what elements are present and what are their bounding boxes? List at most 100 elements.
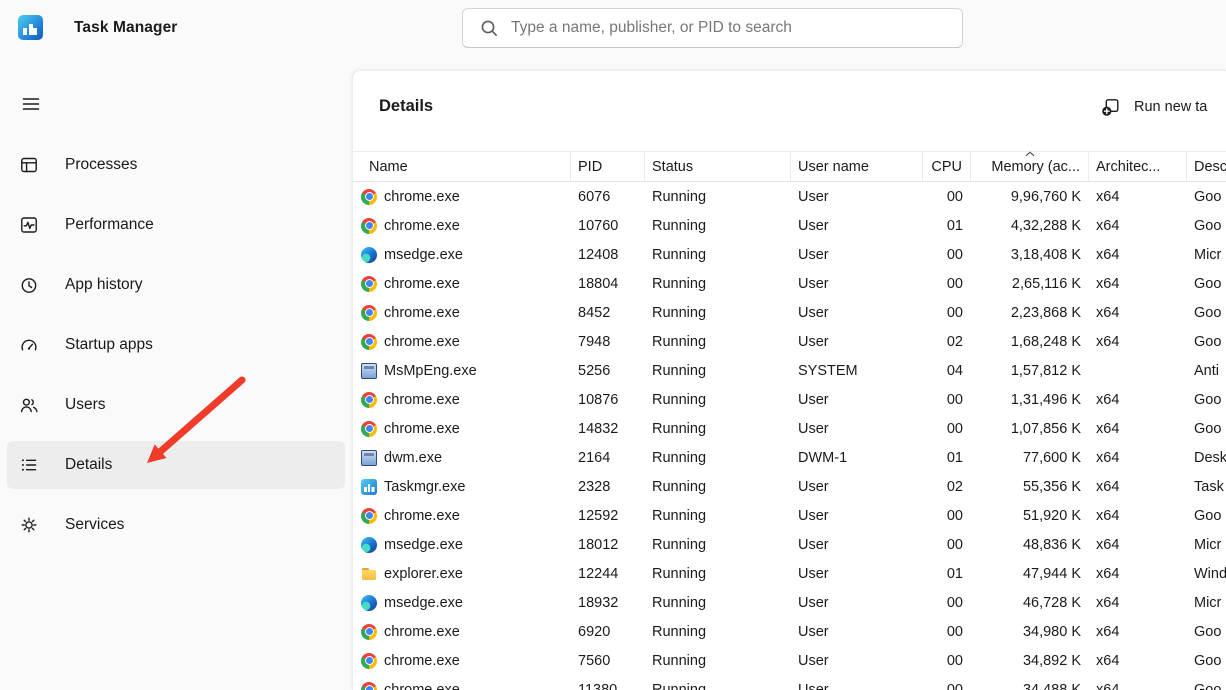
table-row[interactable]: MsMpEng.exe 5256 Running SYSTEM 04 1,57,… (361, 356, 1226, 385)
sidebar-item-startup-apps[interactable]: Startup apps (7, 321, 345, 369)
process-pid: 6076 (578, 188, 611, 205)
table-row[interactable]: chrome.exe 6076 Running User 00 9,96,760… (361, 182, 1226, 211)
process-memory: 2,65,116 K (1011, 275, 1081, 292)
search-box[interactable] (462, 8, 963, 48)
column-header-name[interactable]: Name (361, 152, 571, 181)
process-status: Running (652, 333, 707, 350)
table-row[interactable]: msedge.exe 18932 Running User 00 46,728 … (361, 588, 1226, 617)
table-row[interactable]: chrome.exe 7948 Running User 02 1,68,248… (361, 327, 1226, 356)
process-status: Running (652, 681, 707, 690)
hamburger-icon (22, 98, 40, 110)
run-new-task-button[interactable]: Run new ta (1101, 95, 1207, 119)
process-description: Micr (1194, 536, 1222, 553)
run-new-task-label: Run new ta (1134, 99, 1208, 115)
process-architecture: x64 (1096, 507, 1120, 524)
process-description: Goo (1194, 681, 1222, 690)
table-row[interactable]: chrome.exe 8452 Running User 00 2,23,868… (361, 298, 1226, 327)
sidebar-item-details[interactable]: Details (7, 441, 345, 489)
process-status: Running (652, 275, 707, 292)
column-header-description[interactable]: Desc (1187, 152, 1226, 181)
table-row[interactable]: msedge.exe 18012 Running User 00 48,836 … (361, 530, 1226, 559)
process-name: dwm.exe (384, 449, 443, 466)
sidebar-item-label: Performance (65, 216, 154, 233)
chrome-icon (361, 275, 377, 292)
column-header-pid[interactable]: PID (571, 152, 645, 181)
chrome-icon (361, 217, 377, 234)
app-history-icon (21, 278, 37, 293)
sidebar-item-users[interactable]: Users (7, 381, 345, 429)
table-row[interactable]: Taskmgr.exe 2328 Running User 02 55,356 … (361, 472, 1226, 501)
sidebar-item-label: Services (65, 516, 125, 533)
sidebar-nav: Processes Performance App history Startu… (0, 141, 352, 561)
process-pid: 18932 (578, 594, 619, 611)
process-architecture: x64 (1096, 681, 1120, 690)
table-row[interactable]: chrome.exe 10876 Running User 00 1,31,49… (361, 385, 1226, 414)
process-architecture: x64 (1096, 565, 1120, 582)
process-architecture: x64 (1096, 217, 1120, 234)
column-header-architecture[interactable]: Architec... (1089, 152, 1187, 181)
process-architecture: x64 (1096, 594, 1120, 611)
process-user-name: User (798, 420, 829, 437)
chrome-icon (361, 391, 377, 408)
process-cpu: 02 (946, 478, 963, 495)
details-panel: Details Run new ta Name PID Status User … (352, 70, 1226, 690)
process-memory: 34,892 K (1022, 652, 1081, 669)
process-status: Running (652, 188, 707, 205)
sidebar-item-processes[interactable]: Processes (7, 141, 345, 189)
search-input[interactable] (511, 19, 950, 37)
table-row[interactable]: chrome.exe 12592 Running User 00 51,920 … (361, 501, 1226, 530)
window-icon (361, 362, 377, 379)
process-name: msedge.exe (384, 246, 463, 263)
startup-apps-icon (21, 339, 37, 351)
column-header-user-name[interactable]: User name (791, 152, 923, 181)
process-name: chrome.exe (384, 188, 460, 205)
process-name: chrome.exe (384, 420, 460, 437)
chrome-icon (361, 304, 377, 321)
process-name: chrome.exe (384, 391, 460, 408)
process-status: Running (652, 304, 707, 321)
chrome-icon (361, 681, 377, 690)
process-user-name: DWM-1 (798, 449, 848, 466)
table-row[interactable]: chrome.exe 14832 Running User 00 1,07,85… (361, 414, 1226, 443)
window-icon (361, 449, 377, 466)
sidebar-item-performance[interactable]: Performance (7, 201, 345, 249)
chrome-icon (361, 420, 377, 437)
chrome-icon (361, 188, 377, 205)
process-pid: 5256 (578, 362, 611, 379)
sidebar-item-label: App history (65, 276, 143, 293)
process-name: chrome.exe (384, 304, 460, 321)
process-description: Anti (1194, 362, 1219, 379)
details-icon (21, 459, 37, 471)
table-row[interactable]: dwm.exe 2164 Running DWM-1 01 77,600 K x… (361, 443, 1226, 472)
table-row[interactable]: chrome.exe 10760 Running User 01 4,32,28… (361, 211, 1226, 240)
process-description: Goo (1194, 275, 1222, 292)
column-header-status[interactable]: Status (645, 152, 791, 181)
table-row[interactable]: chrome.exe 7560 Running User 00 34,892 K… (361, 646, 1226, 675)
hamburger-menu-button[interactable] (12, 86, 50, 122)
process-name: chrome.exe (384, 652, 460, 669)
users-icon (20, 398, 38, 413)
process-cpu: 02 (946, 333, 963, 350)
process-description: Micr (1194, 246, 1222, 263)
process-description: Micr (1194, 594, 1222, 611)
column-header-cpu[interactable]: CPU (923, 152, 971, 181)
process-user-name: User (798, 217, 829, 234)
sidebar-item-services[interactable]: Services (7, 501, 345, 549)
table-row[interactable]: explorer.exe 12244 Running User 01 47,94… (361, 559, 1226, 588)
process-architecture: x64 (1096, 246, 1120, 263)
process-architecture: x64 (1096, 188, 1120, 205)
title-bar: Task Manager (0, 0, 1226, 70)
process-description: Task (1194, 478, 1224, 495)
table-row[interactable]: msedge.exe 12408 Running User 00 3,18,40… (361, 240, 1226, 269)
table-row[interactable]: chrome.exe 6920 Running User 00 34,980 K… (361, 617, 1226, 646)
column-header-memory[interactable]: Memory (ac... (971, 151, 1089, 181)
table-row[interactable]: chrome.exe 18804 Running User 00 2,65,11… (361, 269, 1226, 298)
process-cpu: 00 (946, 507, 963, 524)
sidebar-item-app-history[interactable]: App history (7, 261, 345, 309)
process-pid: 18012 (578, 536, 619, 553)
process-pid: 18804 (578, 275, 619, 292)
process-user-name: User (798, 623, 829, 640)
table-row[interactable]: chrome.exe 11380 Running User 00 34,488 … (361, 675, 1226, 690)
process-cpu: 00 (946, 304, 963, 321)
sidebar-item-label: Processes (65, 156, 138, 173)
